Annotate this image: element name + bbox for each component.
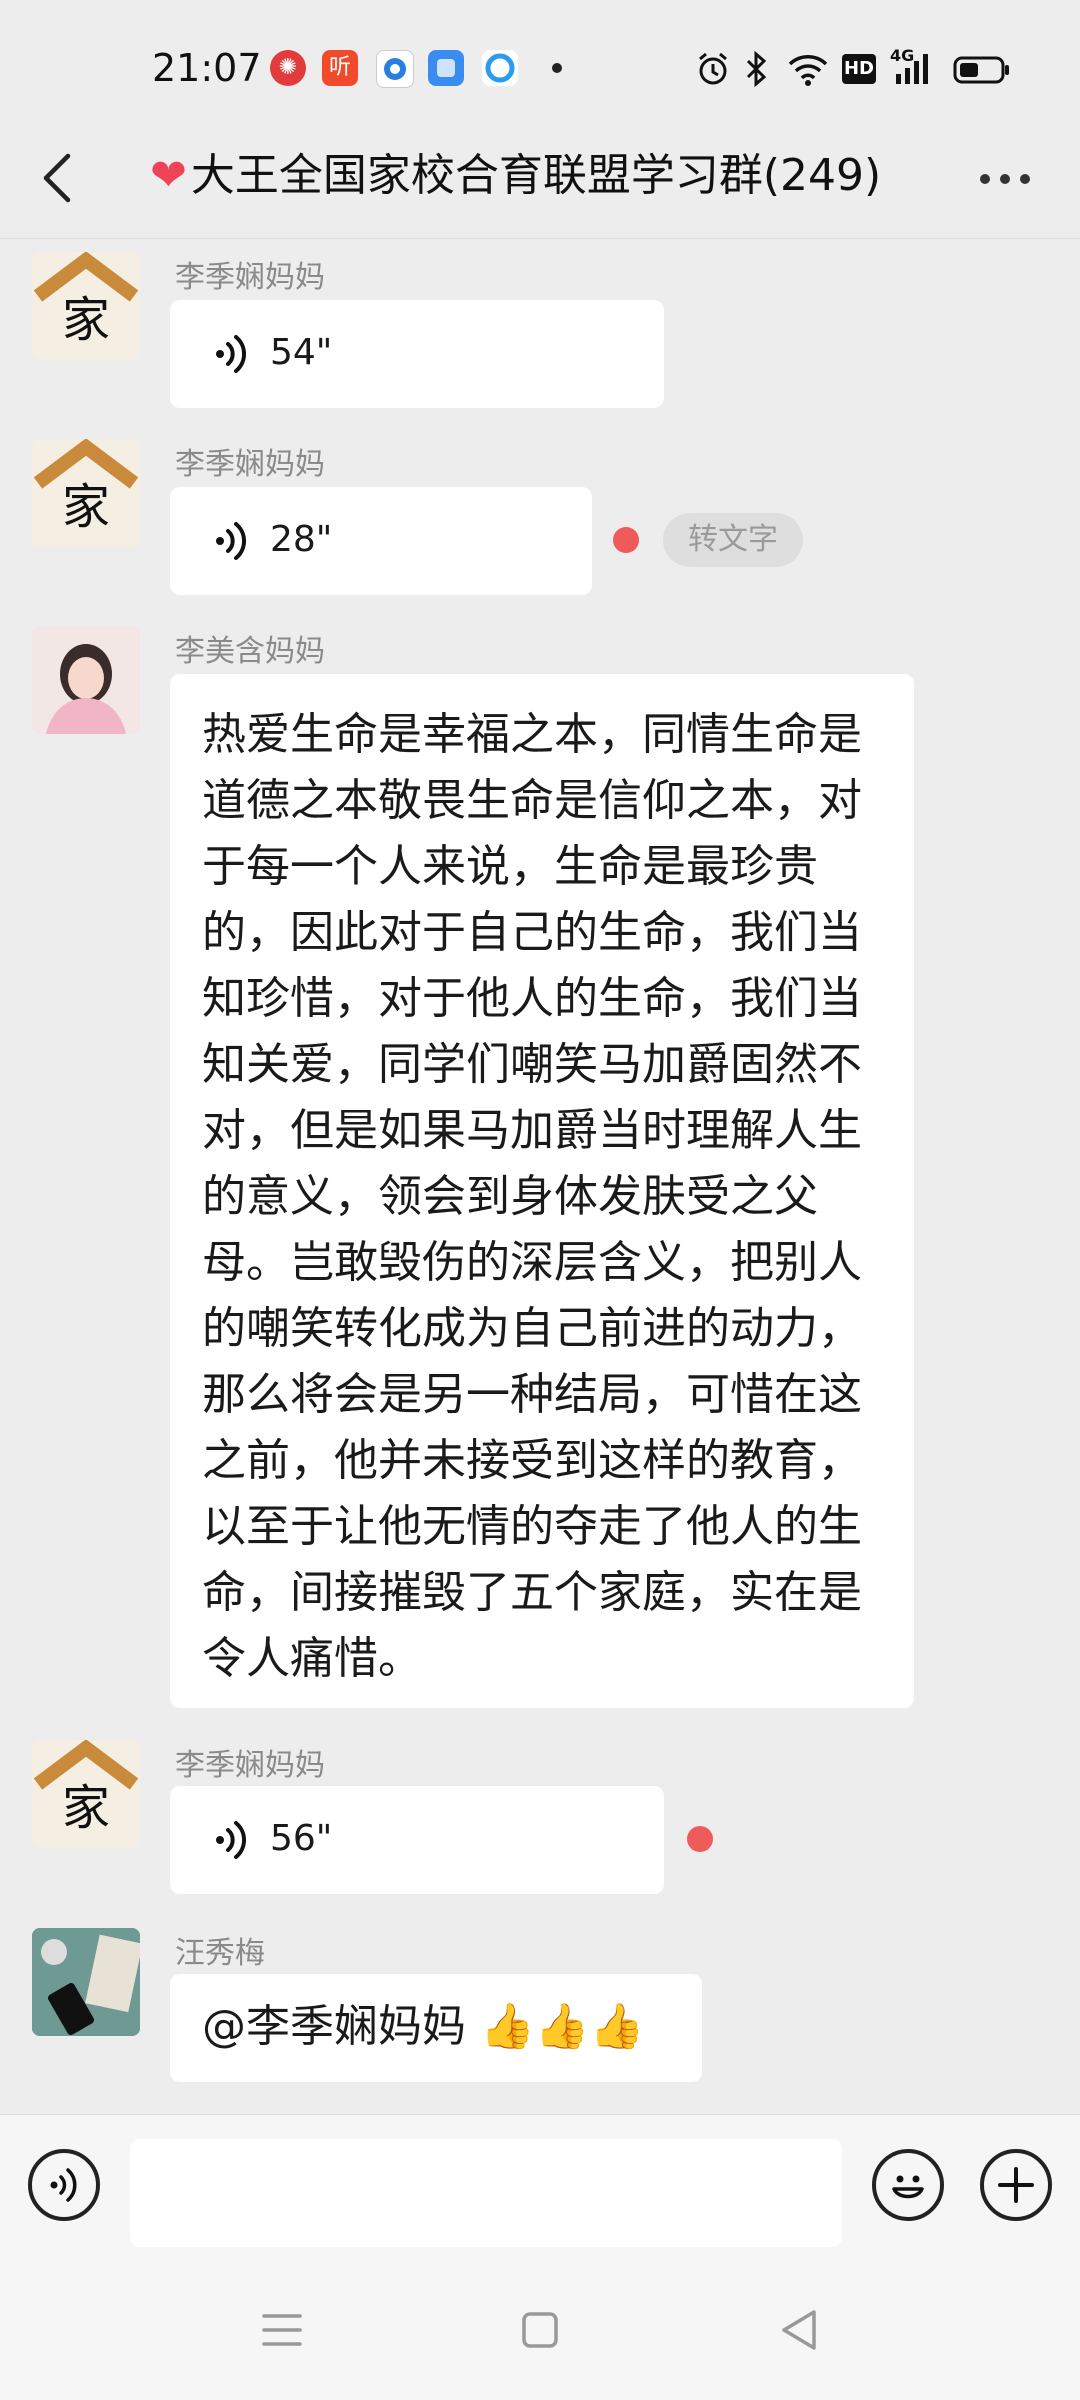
more-options-icon[interactable] (974, 172, 1034, 188)
avatar[interactable] (32, 626, 140, 734)
voice-message-bubble[interactable]: 56" (170, 1786, 664, 1894)
message-voice: 家 李季娴妈妈 54" (0, 252, 1080, 412)
chat-title: ❤大王全国家校合育联盟学习群(249) (150, 146, 930, 206)
message-input[interactable] (130, 2139, 842, 2247)
voice-wave-icon (50, 2168, 77, 2202)
voice-duration: 28" (270, 519, 333, 560)
alarm-icon (699, 52, 727, 85)
ting-app-icon: 听 (322, 50, 358, 86)
text-message-bubble[interactable]: 热爱生命是幸福之本，同情生命是道德之本敬畏生命是信仰之本，对于每一个人来说，生命… (170, 674, 914, 1708)
message-voice: 家 李季娴妈妈 28" 转文字 (0, 439, 1080, 599)
voice-wave-icon (216, 522, 247, 560)
sender-name: 李季娴妈妈 (175, 1748, 325, 1783)
avatar[interactable]: 家 (32, 252, 140, 360)
avatar[interactable] (32, 1928, 140, 2036)
voice-input-button[interactable] (28, 2149, 100, 2221)
voice-message-bubble[interactable]: 28" (170, 487, 592, 595)
message-text: 李美含妈妈 热爱生命是幸福之本，同情生命是道德之本敬畏生命是信仰之本，对于每一个… (0, 626, 1080, 1708)
group-name: 大王全国家校合育联盟学习群(249) (190, 150, 882, 201)
signal-icon: 4G (890, 46, 934, 88)
home-icon[interactable] (510, 2300, 570, 2360)
svg-text:家: 家 (62, 292, 110, 348)
avatar[interactable]: 家 (32, 1740, 140, 1848)
voice-wave-icon (216, 335, 247, 373)
more-notifications-icon (552, 63, 562, 73)
header-divider (0, 238, 1080, 239)
svg-text:家: 家 (62, 1780, 110, 1836)
battery-icon (953, 56, 1009, 84)
hd-icon: HD (842, 54, 876, 84)
back-triangle-icon[interactable] (770, 2300, 830, 2360)
wifi-icon (788, 55, 828, 86)
status-bar: 21:07 ✺ 听 HD 4G (0, 0, 1080, 120)
app-icon (428, 50, 464, 86)
browser-app-icon (376, 50, 414, 88)
message-text: 汪秀梅 @李季娴妈妈 👍👍👍 (0, 1928, 1080, 2088)
input-bar (0, 2114, 1080, 2255)
sender-name: 汪秀梅 (175, 1936, 265, 1971)
unread-dot (613, 527, 639, 553)
sender-name: 李季娴妈妈 (175, 260, 325, 295)
avatar[interactable]: 家 (32, 439, 140, 547)
bluetooth-icon (746, 50, 767, 88)
search-app-icon (482, 50, 518, 86)
chat-header: ❤大王全国家校合育联盟学习群(249) (0, 120, 1080, 238)
smiley-icon (892, 2175, 924, 2199)
status-time: 21:07 (152, 46, 262, 90)
news-app-icon: ✺ (270, 50, 306, 86)
voice-duration: 56" (270, 1818, 333, 1859)
back-arrow-icon[interactable] (30, 148, 90, 208)
more-functions-button[interactable] (980, 2149, 1052, 2221)
voice-wave-icon (216, 1821, 247, 1859)
message-voice: 家 李季娴妈妈 56" (0, 1740, 1080, 1900)
emoji-button[interactable] (872, 2149, 944, 2221)
sender-name: 李季娴妈妈 (175, 447, 325, 482)
voice-duration: 54" (270, 332, 333, 373)
heart-icon: ❤ (150, 150, 187, 201)
system-nav-bar (0, 2254, 1080, 2400)
convert-to-text-button[interactable]: 转文字 (663, 513, 803, 567)
svg-text:家: 家 (62, 479, 110, 535)
plus-icon (998, 2167, 1034, 2203)
menu-icon[interactable] (252, 2300, 312, 2360)
text-message-bubble[interactable]: @李季娴妈妈 👍👍👍 (170, 1974, 702, 2082)
voice-message-bubble[interactable]: 54" (170, 300, 664, 408)
unread-dot (687, 1826, 713, 1852)
sender-name: 李美含妈妈 (175, 634, 325, 669)
